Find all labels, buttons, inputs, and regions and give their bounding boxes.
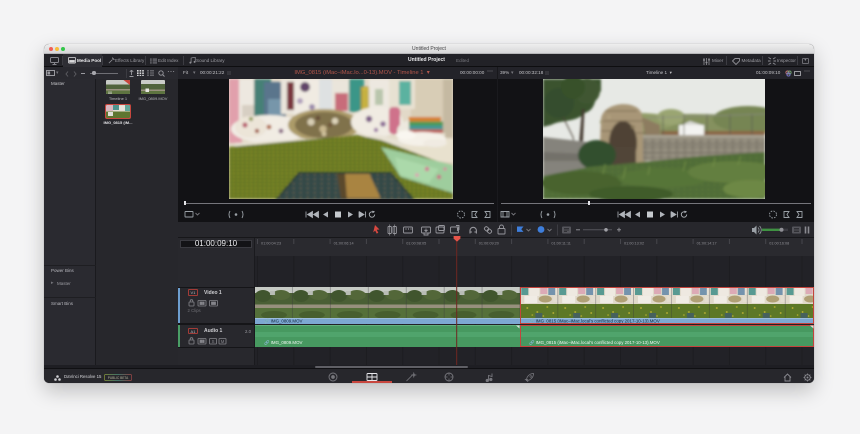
svg-text:01:00:14:17: 01:00:14:17 (697, 242, 717, 246)
svg-text:01:00:11:11: 01:00:11:11 (551, 242, 571, 246)
svg-text:PUBLIC BETA: PUBLIC BETA (108, 376, 129, 380)
svg-text:01:00:09:20: 01:00:09:20 (479, 242, 499, 246)
svg-text:🔗 IMG_0809.MOV: 🔗 IMG_0809.MOV (264, 318, 302, 325)
svg-text:01:00:16:08: 01:00:16:08 (769, 242, 789, 246)
svg-text:01:00:08:05: 01:00:08:05 (406, 242, 426, 246)
svg-text:01:00:04:23: 01:00:04:23 (261, 242, 281, 246)
svg-text:01:00:13:02: 01:00:13:02 (624, 242, 644, 246)
svg-text:🔗 IMG_0815 (iMac–iMac.local's: 🔗 IMG_0815 (iMac–iMac.local's conflicted… (529, 339, 660, 346)
svg-text:01:00:06:14: 01:00:06:14 (334, 242, 354, 246)
svg-text:M: M (221, 339, 225, 344)
svg-text:S: S (212, 339, 215, 344)
svg-text:🔗 IMG_0809.MOV: 🔗 IMG_0809.MOV (264, 339, 302, 346)
